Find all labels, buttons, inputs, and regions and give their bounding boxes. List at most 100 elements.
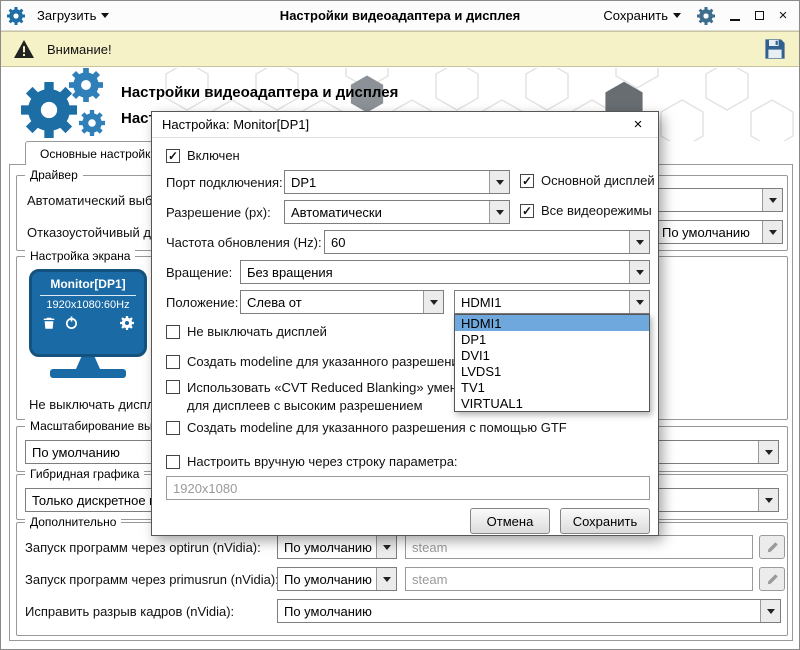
port-label: Порт подключения: — [166, 175, 283, 190]
group-screen-legend: Настройка экрана — [25, 249, 135, 263]
auto-driver-select[interactable] — [655, 188, 783, 212]
resolution-select[interactable]: Автоматически — [284, 200, 510, 224]
gtf-row: Создать modeline для указанного разрешен… — [166, 420, 567, 435]
enabled-checkbox[interactable]: ✓ — [166, 149, 180, 163]
position-label: Положение: — [166, 295, 238, 310]
close-icon: × — [634, 116, 643, 133]
dropdown-arrow-icon — [376, 536, 396, 558]
floppy-disk-icon — [763, 37, 787, 61]
failsafe-driver-value: По умолчанию — [656, 221, 762, 243]
position-value: Слева от — [241, 291, 423, 313]
monitor-stand-base — [50, 369, 126, 378]
group-extra-legend: Дополнительно — [25, 515, 121, 529]
monitor-mode: 1920x1080:60Hz — [32, 299, 144, 311]
dialog-close-button[interactable]: × — [628, 115, 648, 135]
load-menu-button[interactable]: Загрузить — [31, 5, 115, 26]
manual-row: Настроить вручную через строку параметра… — [166, 454, 458, 469]
tearing-value: По умолчанию — [278, 600, 760, 622]
chevron-down-icon — [673, 13, 681, 18]
group-extra: Дополнительно Запуск программ через opti… — [16, 522, 788, 636]
dropdown-arrow-icon — [629, 261, 649, 283]
dpms-checkbox-label: Не выключать дисплей — [187, 324, 327, 339]
trash-icon[interactable] — [42, 316, 56, 330]
droplist-item[interactable]: LVDS1 — [455, 363, 649, 379]
modeline-checkbox[interactable] — [166, 355, 180, 369]
logo-gear-tiny-icon — [79, 110, 105, 136]
optirun-command-input[interactable] — [405, 535, 753, 559]
save-button[interactable]: Сохранить — [560, 508, 650, 534]
manual-checkbox[interactable] — [166, 455, 180, 469]
app-gear-icon — [7, 7, 25, 25]
check-icon: ✓ — [522, 205, 532, 217]
load-menu-label: Загрузить — [37, 8, 96, 23]
optirun-select[interactable]: По умолчанию — [277, 535, 397, 559]
dropdown-arrow-icon — [629, 291, 649, 313]
dropdown-arrow-icon — [760, 600, 780, 622]
dropdown-arrow-icon — [376, 568, 396, 590]
maximize-icon — [755, 11, 764, 20]
rotation-select[interactable]: Без вращения — [240, 260, 650, 284]
app-logo — [21, 68, 125, 141]
settings-gear-icon[interactable] — [697, 7, 715, 25]
cancel-button[interactable]: Отмена — [470, 508, 550, 534]
dropdown-arrow-icon — [489, 201, 509, 223]
droplist-item[interactable]: VIRTUAL1 — [455, 395, 649, 411]
modeline-checkbox-label: Создать modeline для указанного разрешен… — [187, 354, 466, 369]
resolution-label: Разрешение (px): — [166, 205, 271, 220]
port-select[interactable]: DP1 — [284, 170, 510, 194]
app-window: { "icons": { "close": "×", "check": "✓" … — [0, 0, 800, 650]
title-bar: Загрузить Настройки видеоадаптера и дисп… — [1, 1, 799, 31]
dpms-checkbox[interactable] — [166, 325, 180, 339]
chevron-down-icon — [101, 13, 109, 18]
droplist-item[interactable]: HDMI1 — [455, 315, 649, 331]
warning-icon — [13, 39, 35, 59]
manual-mode-input[interactable] — [166, 476, 650, 500]
primary-checkbox[interactable]: ✓ — [520, 174, 534, 188]
optirun-edit-button[interactable] — [759, 535, 785, 559]
power-icon[interactable] — [64, 315, 79, 330]
save-menu-button[interactable]: Сохранить — [597, 5, 687, 26]
position-select[interactable]: Слева от — [240, 290, 444, 314]
header-title: Настройки видеоадаптера и дисплея — [121, 84, 398, 101]
dropdown-arrow-icon — [762, 221, 782, 243]
maximize-button[interactable] — [749, 6, 769, 26]
dpms-label: Не выключать дисплей — [29, 397, 169, 412]
dropdown-arrow-icon — [758, 489, 778, 511]
tab-label: Основные настройки — [40, 147, 157, 161]
monitor-gear-icon[interactable] — [120, 316, 134, 330]
dropdown-arrow-icon — [758, 441, 778, 463]
dpms-row: Не выключать дисплей — [166, 324, 327, 339]
tearing-select[interactable]: По умолчанию — [277, 599, 781, 623]
minimize-button[interactable] — [725, 6, 745, 26]
gtf-checkbox[interactable] — [166, 421, 180, 435]
primusrun-select[interactable]: По умолчанию — [277, 567, 397, 591]
monitor-screen[interactable]: Monitor[DP1] 1920x1080:60Hz — [29, 269, 147, 357]
droplist-item[interactable]: DP1 — [455, 331, 649, 347]
monitor-widget[interactable]: Monitor[DP1] 1920x1080:60Hz — [29, 269, 147, 378]
save-to-file-button[interactable] — [763, 37, 787, 61]
dropdown-arrow-icon — [762, 189, 782, 211]
modeline-row: Создать modeline для указанного разрешен… — [166, 354, 466, 369]
group-driver-legend: Драйвер — [25, 168, 83, 182]
failsafe-driver-select[interactable]: По умолчанию — [655, 220, 783, 244]
droplist-item[interactable]: DVI1 — [455, 347, 649, 363]
auto-driver-value — [656, 189, 762, 211]
minimize-icon — [730, 19, 740, 21]
optirun-label: Запуск программ через optirun (nVidia): — [25, 540, 261, 555]
primusrun-command-input[interactable] — [405, 567, 753, 591]
cvt-checkbox[interactable] — [166, 380, 180, 394]
allmodes-checkbox[interactable]: ✓ — [520, 204, 534, 218]
tearing-label: Исправить разрыв кадров (nVidia): — [25, 604, 234, 619]
close-button[interactable]: × — [773, 6, 793, 26]
primusrun-edit-button[interactable] — [759, 567, 785, 591]
relative-output-select[interactable]: HDMI1 — [454, 290, 650, 314]
check-icon: ✓ — [168, 150, 178, 162]
check-icon: ✓ — [522, 175, 532, 187]
rate-select[interactable]: 60 — [324, 230, 650, 254]
manual-checkbox-label: Настроить вручную через строку параметра… — [187, 454, 458, 469]
cvt-row: Использовать «CVT Reduced Blanking» умен… — [166, 380, 503, 413]
primary-label: Основной дисплей — [541, 173, 655, 188]
primary-row: ✓ Основной дисплей — [520, 173, 655, 188]
droplist-item[interactable]: TV1 — [455, 379, 649, 395]
resolution-value: Автоматически — [285, 201, 489, 223]
